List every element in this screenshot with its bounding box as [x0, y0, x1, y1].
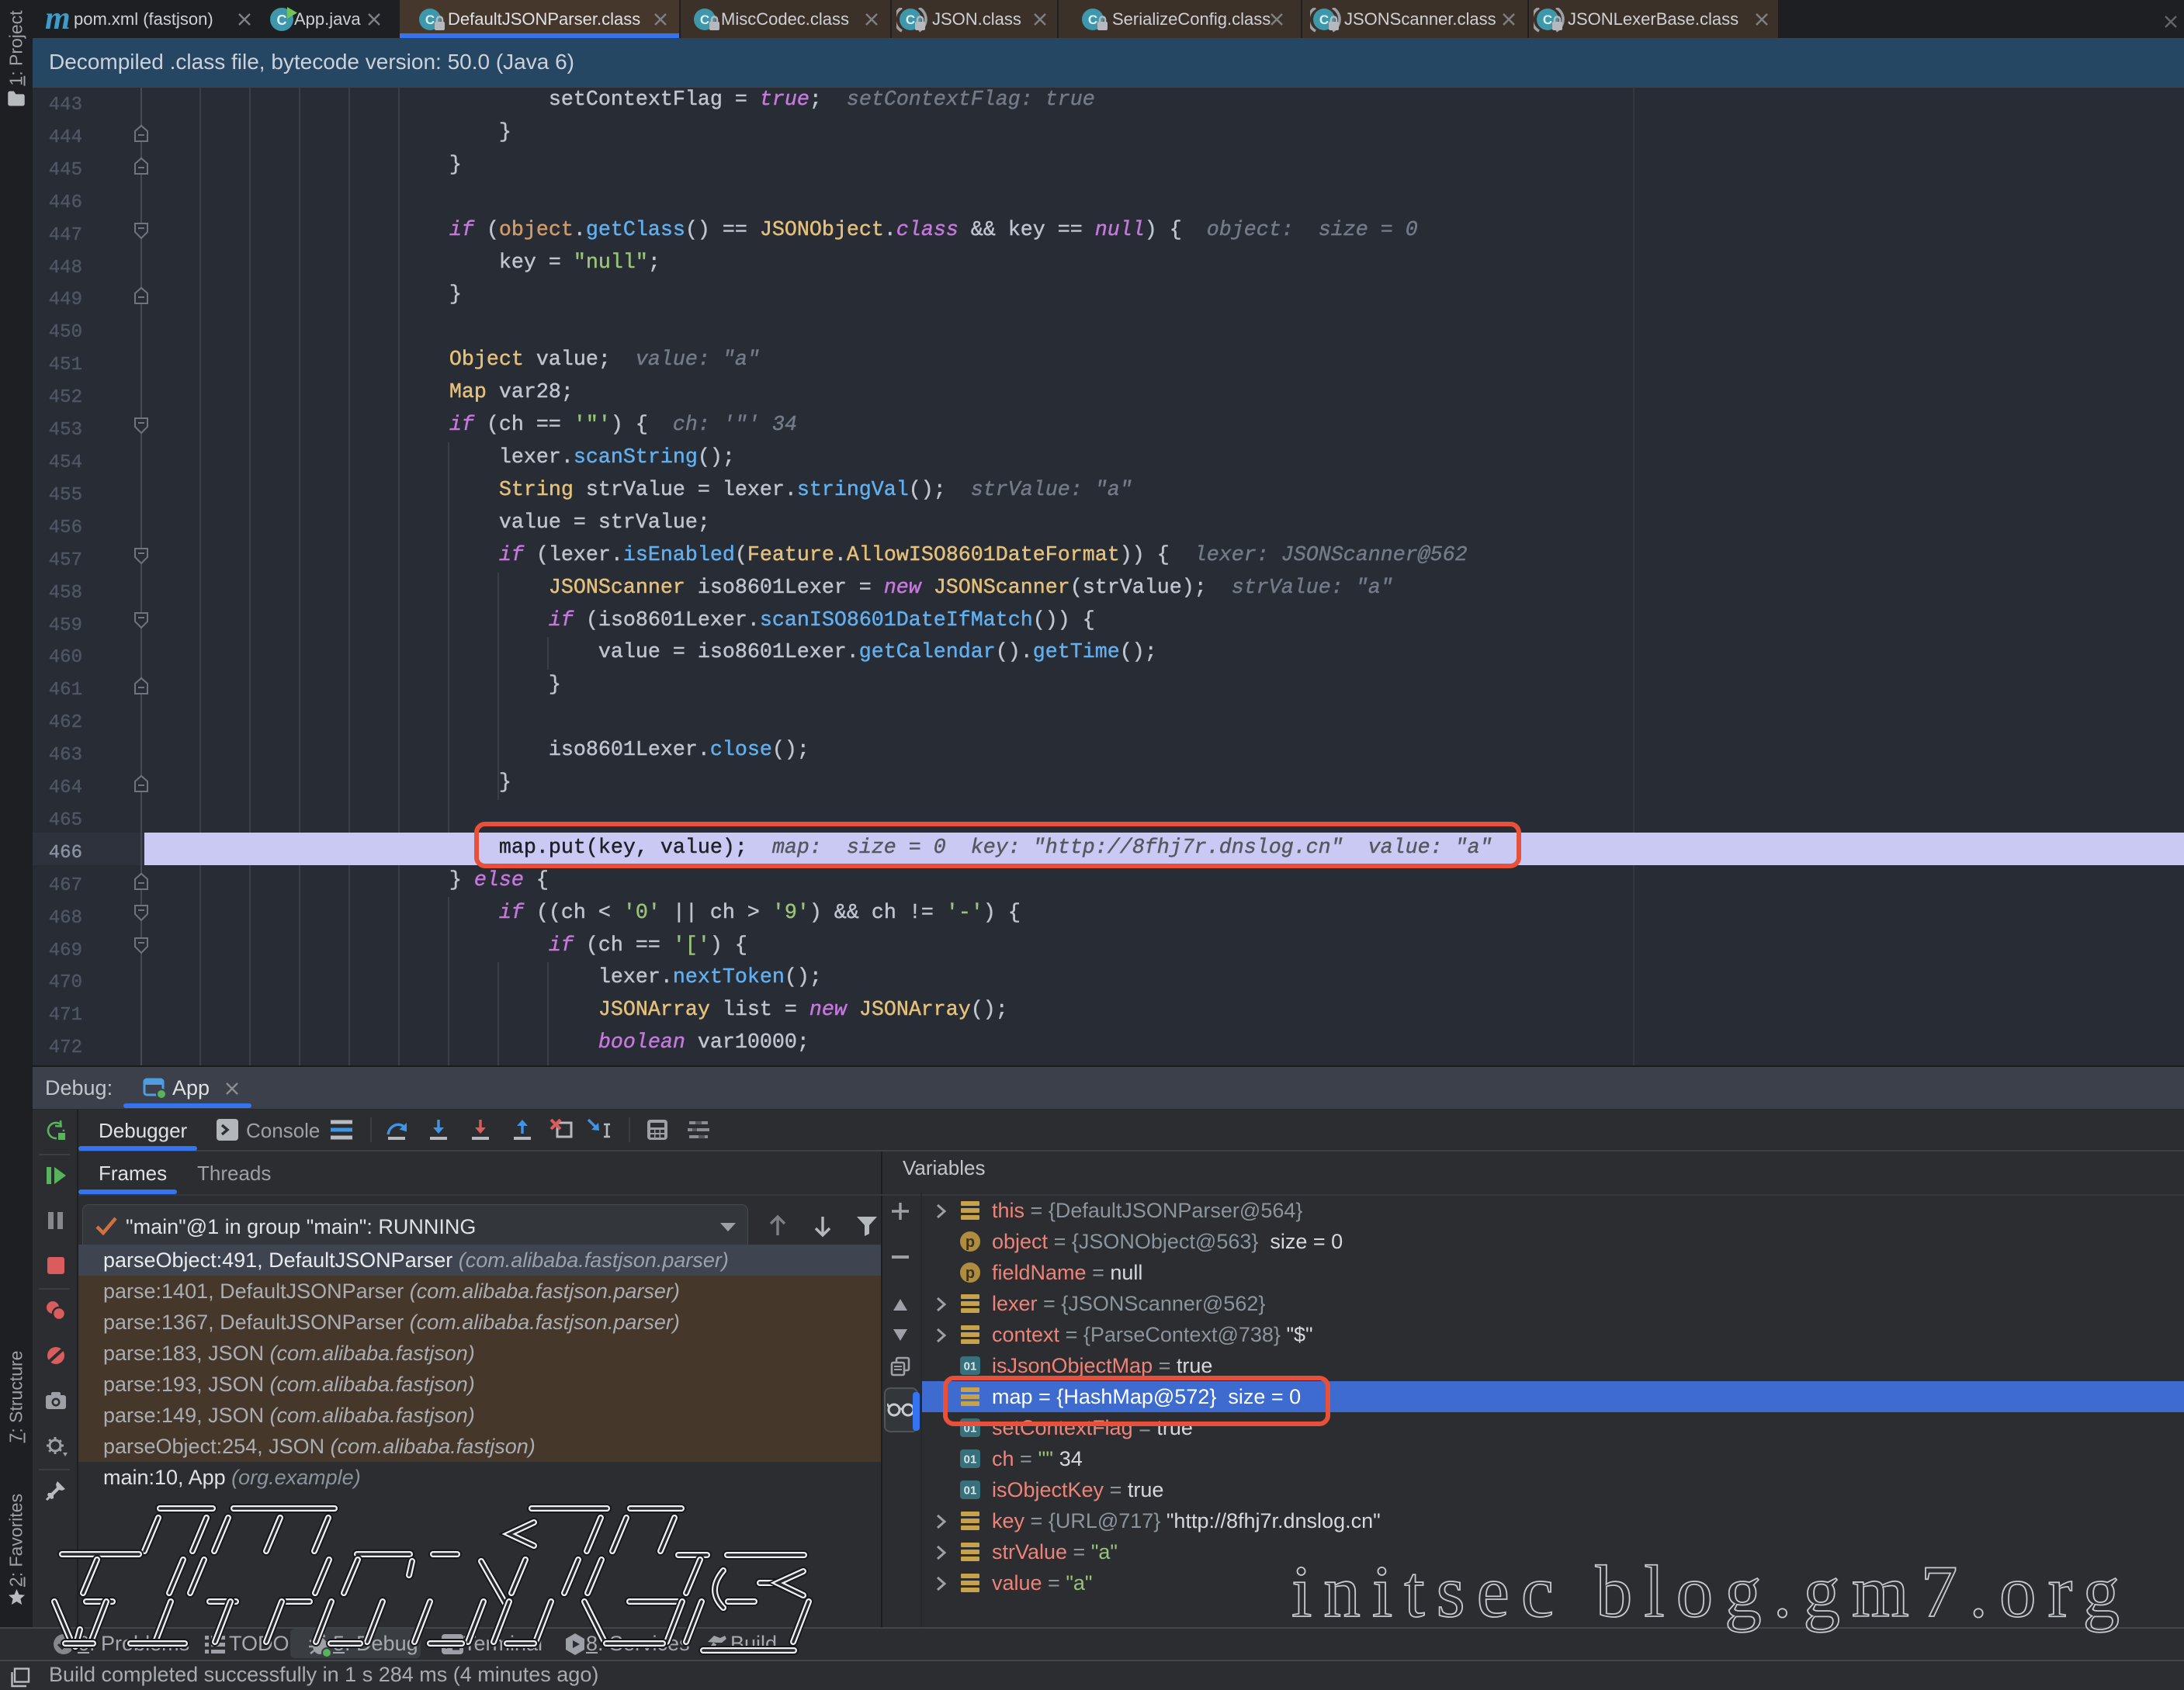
svg-text:C: C [1088, 12, 1097, 27]
svg-text:C: C [425, 12, 435, 27]
svg-text:C: C [906, 12, 915, 27]
svg-text:01: 01 [964, 1360, 977, 1373]
svg-text:C: C [1543, 12, 1552, 27]
svg-text:p: p [965, 1265, 975, 1282]
svg-text:01: 01 [964, 1453, 977, 1467]
svg-text:C: C [1319, 12, 1329, 27]
svg-text:C: C [277, 12, 287, 28]
svg-text:p: p [965, 1234, 975, 1251]
svg-text:01: 01 [964, 1484, 977, 1498]
svg-text:C: C [700, 12, 709, 27]
